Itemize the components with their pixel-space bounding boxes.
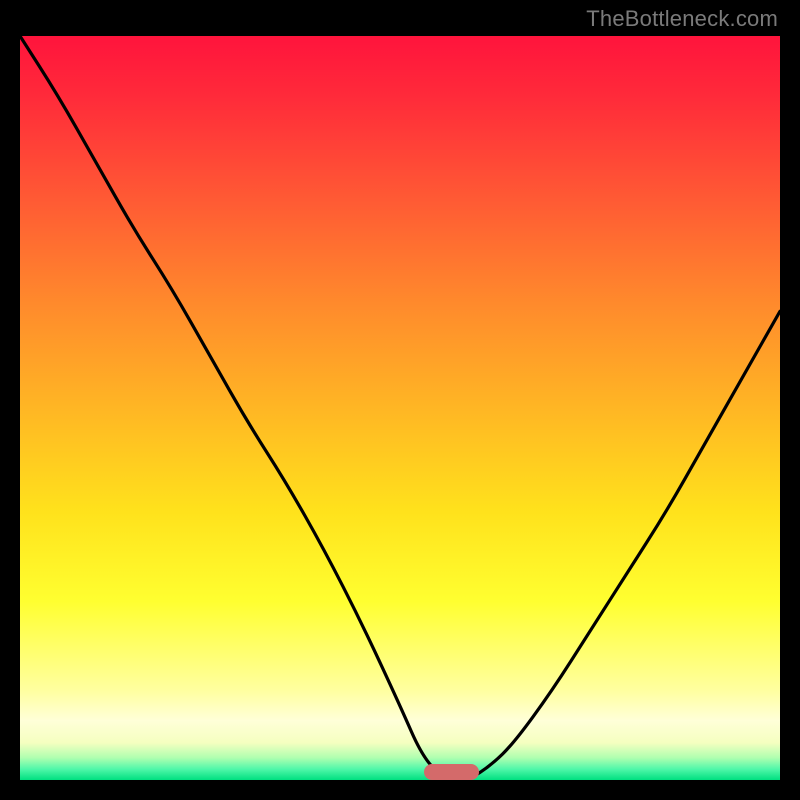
chart-frame: TheBottleneck.com xyxy=(0,0,800,800)
target-marker xyxy=(424,764,479,780)
x-axis-border xyxy=(20,780,780,783)
watermark-text: TheBottleneck.com xyxy=(586,6,778,32)
bottleneck-curve xyxy=(20,36,780,780)
curve-layer xyxy=(20,36,780,780)
